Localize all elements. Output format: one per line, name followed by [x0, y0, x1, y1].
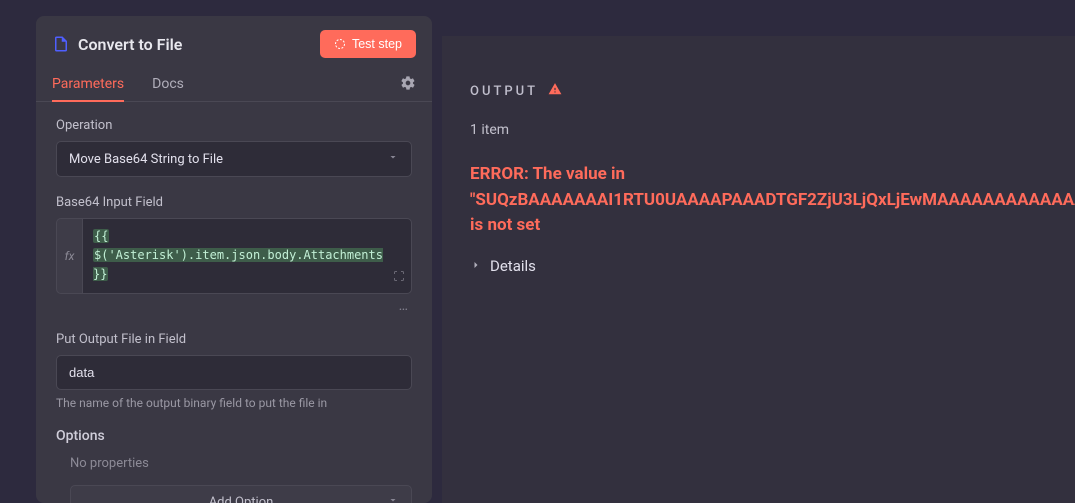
operation-select[interactable]: Move Base64 String to File [56, 141, 412, 177]
tabs-row: Parameters Docs [36, 68, 432, 102]
panel-header: Convert to File Test step [36, 16, 432, 68]
chevron-right-icon [470, 257, 482, 275]
code-open: {{ [93, 229, 109, 243]
fx-icon[interactable]: fx [56, 218, 82, 294]
panel-title: Convert to File [52, 35, 182, 54]
tabs: Parameters Docs [52, 68, 400, 101]
item-count: 1 item [470, 122, 1075, 138]
no-properties-text: No properties [56, 456, 412, 471]
tab-docs[interactable]: Docs [152, 68, 184, 102]
output-field-input[interactable] [56, 355, 412, 390]
test-step-button[interactable]: Test step [320, 30, 416, 58]
add-option-button[interactable]: Add Option [70, 485, 412, 503]
base64-input[interactable]: {{ $('Asterisk').item.json.body.Attachme… [82, 218, 412, 294]
details-label: Details [490, 257, 536, 275]
code-body: $('Asterisk').item.json.body.Attachments… [93, 248, 383, 281]
chevron-down-icon [387, 494, 399, 503]
output-field-help: The name of the output binary field to p… [56, 396, 412, 410]
ellipsis-menu[interactable]: … [56, 298, 412, 314]
panel-title-text: Convert to File [78, 35, 182, 54]
warning-icon [548, 82, 562, 100]
expand-icon[interactable] [393, 269, 405, 288]
base64-label: Base64 Input Field [56, 195, 412, 210]
chevron-down-icon [387, 151, 399, 167]
gear-icon[interactable] [400, 75, 416, 95]
spinner-icon [334, 38, 346, 50]
error-message: ERROR: The value in "SUQzBAAAAAAAI1RTU0U… [470, 162, 1075, 239]
output-header: OUTPUT [470, 82, 1075, 100]
output-field-label: Put Output File in Field [56, 332, 412, 347]
details-toggle[interactable]: Details [470, 257, 536, 275]
operation-label: Operation [56, 118, 412, 133]
add-option-label: Add Option [209, 495, 274, 503]
output-title: OUTPUT [470, 84, 538, 99]
error-line-1: ERROR: The value in [470, 162, 1075, 188]
tab-parameters[interactable]: Parameters [52, 68, 124, 102]
test-step-label: Test step [352, 37, 402, 51]
base64-input-wrap: fx {{ $('Asterisk').item.json.body.Attac… [56, 218, 412, 294]
options-label: Options [56, 428, 412, 444]
file-icon [52, 35, 70, 53]
error-line-2: "SUQzBAAAAAAAI1RTU0UAAAAPAAADTGF2ZjU3LjQ… [470, 188, 1075, 214]
output-pane: OUTPUT 1 item ERROR: The value in "SUQzB… [442, 36, 1075, 503]
node-configuration-panel: Convert to File Test step Parameters Doc… [36, 16, 432, 503]
panel-body: Operation Move Base64 String to File Bas… [36, 102, 432, 503]
operation-value: Move Base64 String to File [69, 152, 223, 167]
error-line-3: is not set [470, 213, 1075, 239]
